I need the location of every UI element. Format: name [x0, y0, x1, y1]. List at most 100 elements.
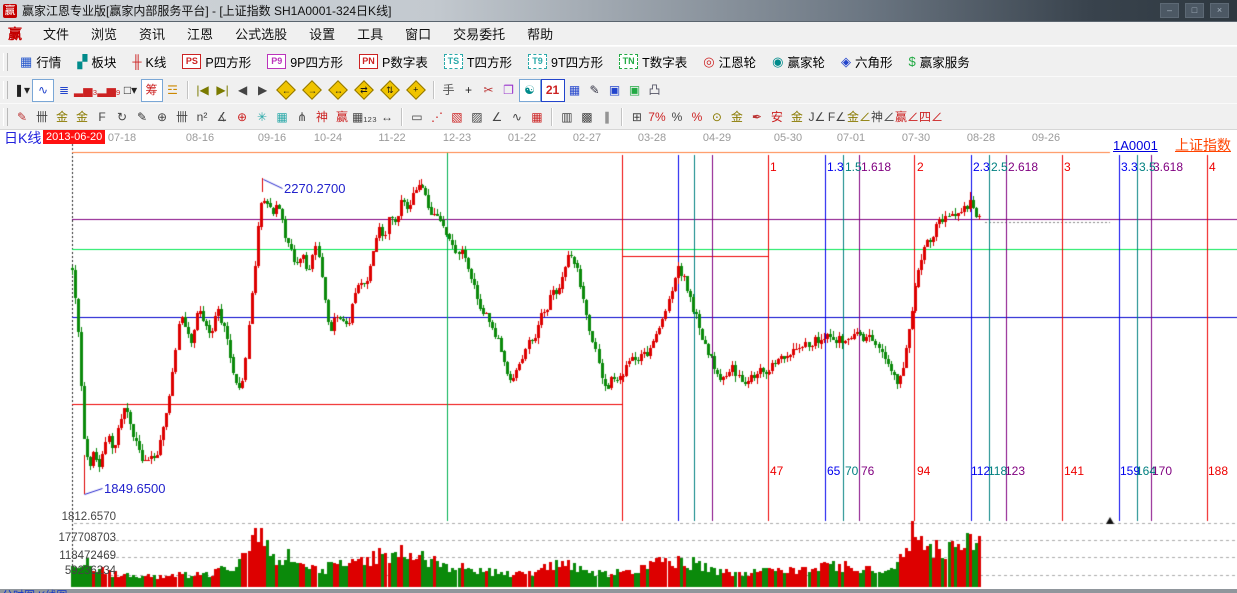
spiral-button[interactable]: ↻ [112, 106, 132, 127]
crosshair-tool-button[interactable]: + [459, 80, 479, 101]
chip-bars-button[interactable]: ☲ [163, 80, 183, 101]
f-grid-button[interactable]: F [92, 106, 112, 127]
sector-button[interactable]: ▞板块 [69, 50, 124, 74]
angle-line-button[interactable]: ∠ [487, 106, 507, 127]
n-square-button[interactable]: n² [192, 106, 212, 127]
shen-angle-button[interactable]: 神∠ [871, 106, 895, 127]
an-grid-button[interactable]: 安 [767, 106, 787, 127]
ninep-square-button[interactable]: P99P四方形 [259, 50, 351, 74]
minimize-button[interactable]: – [1160, 3, 1179, 18]
square-web-button[interactable]: ▦ [272, 106, 292, 127]
scroll-left-button[interactable]: ← [276, 80, 296, 100]
candle-style-dropdown[interactable]: ❚▾ [12, 80, 32, 101]
grid-123-button[interactable]: ▦₁₂₃ [352, 106, 377, 127]
ninet-square-button[interactable]: T99T四方形 [520, 50, 611, 74]
prev-bar-button[interactable]: ◀ [233, 80, 253, 101]
mini-chart3-button[interactable]: ▂▅₃ [74, 80, 97, 101]
gold-under-button[interactable]: 金 [787, 106, 807, 127]
gold-circle-button[interactable]: ⊙ [707, 106, 727, 127]
pen-fill-button[interactable]: ✒ [747, 106, 767, 127]
hexagon-button[interactable]: ◈六角形 [833, 50, 901, 74]
calculator-button[interactable]: ▦ [565, 80, 585, 101]
gann-wheel-button[interactable]: ◎江恩轮 [695, 50, 764, 74]
export-button[interactable]: ▣ [625, 80, 645, 101]
menu-browse[interactable]: 浏览 [80, 24, 128, 43]
compress-v-button[interactable]: ⇅ [380, 80, 400, 100]
scissors-tool-button[interactable]: ✂ [479, 80, 499, 101]
win-angle-button[interactable]: 赢∠ [895, 106, 919, 127]
measure-width-button[interactable]: ↔ [377, 106, 397, 127]
menu-trade-order[interactable]: 交易委托 [442, 24, 516, 43]
gold-angle-button[interactable]: 金∠ [847, 106, 871, 127]
grid-lines-button[interactable]: 卌 [32, 106, 52, 127]
percent-button[interactable]: % [667, 106, 687, 127]
angle-pen2-button[interactable]: ✎ [132, 106, 152, 127]
grid-a-button[interactable]: ▥ [557, 106, 577, 127]
menu-help[interactable]: 帮助 [516, 24, 564, 43]
red-crosshair-button[interactable]: ⊕ [232, 106, 252, 127]
chip-tool-button[interactable]: 筹 [141, 79, 163, 102]
t-number-table-button[interactable]: TNT数字表 [611, 50, 695, 74]
box-hatch-button[interactable]: ▨ [467, 106, 487, 127]
compress-h-button[interactable]: ⇄ [354, 80, 374, 100]
seven-percent-button[interactable]: 7% [647, 106, 667, 127]
list-doc-button[interactable]: ≣ [54, 80, 74, 101]
win-grid-button[interactable]: 赢 [332, 106, 352, 127]
menu-window[interactable]: 窗口 [394, 24, 442, 43]
next-bar-button[interactable]: ▶ [253, 80, 273, 101]
gold-grid-button[interactable]: 金 [52, 106, 72, 127]
calendar-button[interactable]: 21 [541, 79, 565, 102]
polyline-button[interactable]: ∿ [507, 106, 527, 127]
note-button[interactable]: ✎ [585, 80, 605, 101]
palette-tool-button[interactable]: ❐ [499, 80, 519, 101]
j-angle-button[interactable]: J∠ [807, 106, 827, 127]
winner-service-button[interactable]: $赢家服务 [900, 50, 977, 74]
gold-line-button[interactable]: 金 [727, 106, 747, 127]
hand-tool-button[interactable]: 手 [439, 80, 459, 101]
analysis-tool-button[interactable]: ☯ [519, 79, 541, 102]
hollow-candle-dropdown[interactable]: □▾ [121, 80, 141, 101]
red-grid-button[interactable]: ▦ [527, 106, 547, 127]
percent-red-button[interactable]: % [687, 106, 707, 127]
zigzag-pattern-button[interactable]: ∿ [32, 79, 54, 102]
menu-tools[interactable]: 工具 [346, 24, 394, 43]
p-square-button[interactable]: PSP四方形 [174, 50, 259, 74]
print-button[interactable]: 凸 [645, 80, 665, 101]
t-square-button[interactable]: TST四方形 [436, 50, 520, 74]
gold-grid2-button[interactable]: 金 [72, 106, 92, 127]
angle-a-button[interactable]: ∡ [212, 106, 232, 127]
four-angle-button[interactable]: 四∠ [919, 106, 943, 127]
kline-button[interactable]: ╫K线 [124, 50, 174, 74]
menu-news[interactable]: 资讯 [128, 24, 176, 43]
quotes-button[interactable]: ▦行情 [12, 50, 69, 74]
mini-chart9-button[interactable]: ▂▅₉ [97, 80, 120, 101]
angle-pen-button[interactable]: ✎ [12, 106, 32, 127]
bottom-tabs-clipped[interactable]: 分时图 K线图 [2, 587, 67, 593]
f-angle-button[interactable]: F∠ [827, 106, 847, 127]
last-bar-button[interactable]: ▶| [213, 80, 233, 101]
menu-gann[interactable]: 江恩 [176, 24, 224, 43]
rect-tool-button[interactable]: ▭ [407, 106, 427, 127]
scroll-right-button[interactable]: → [302, 80, 322, 100]
expand-h-button[interactable]: ↔ [328, 80, 348, 100]
fan-lines-button[interactable]: ⋰ [427, 106, 447, 127]
menu-formula-stockpick[interactable]: 公式选股 [224, 24, 298, 43]
maximize-button[interactable]: □ [1185, 3, 1204, 18]
circle-cross-button[interactable]: ⊕ [152, 106, 172, 127]
slashes-button[interactable]: ∥ [597, 106, 617, 127]
p-number-table-button[interactable]: PNP数字表 [351, 50, 436, 74]
save-button[interactable]: ▣ [605, 80, 625, 101]
scale-button[interactable]: ⊞ [627, 106, 647, 127]
first-bar-button[interactable]: |◀ [193, 80, 213, 101]
fan-box-button[interactable]: ▧ [447, 106, 467, 127]
close-button[interactable]: × [1210, 3, 1229, 18]
menu-settings[interactable]: 设置 [298, 24, 346, 43]
restore-zoom-button[interactable]: + [406, 80, 426, 100]
winner-wheel-button[interactable]: ◉赢家轮 [764, 50, 833, 74]
menu-file[interactable]: 文件 [32, 24, 80, 43]
pitchfork-button[interactable]: ⋔ [292, 106, 312, 127]
grid-lines2-button[interactable]: 卌 [172, 106, 192, 127]
web-button[interactable]: ✳ [252, 106, 272, 127]
shen-grid-button[interactable]: 神 [312, 106, 332, 127]
grid-b-button[interactable]: ▩ [577, 106, 597, 127]
